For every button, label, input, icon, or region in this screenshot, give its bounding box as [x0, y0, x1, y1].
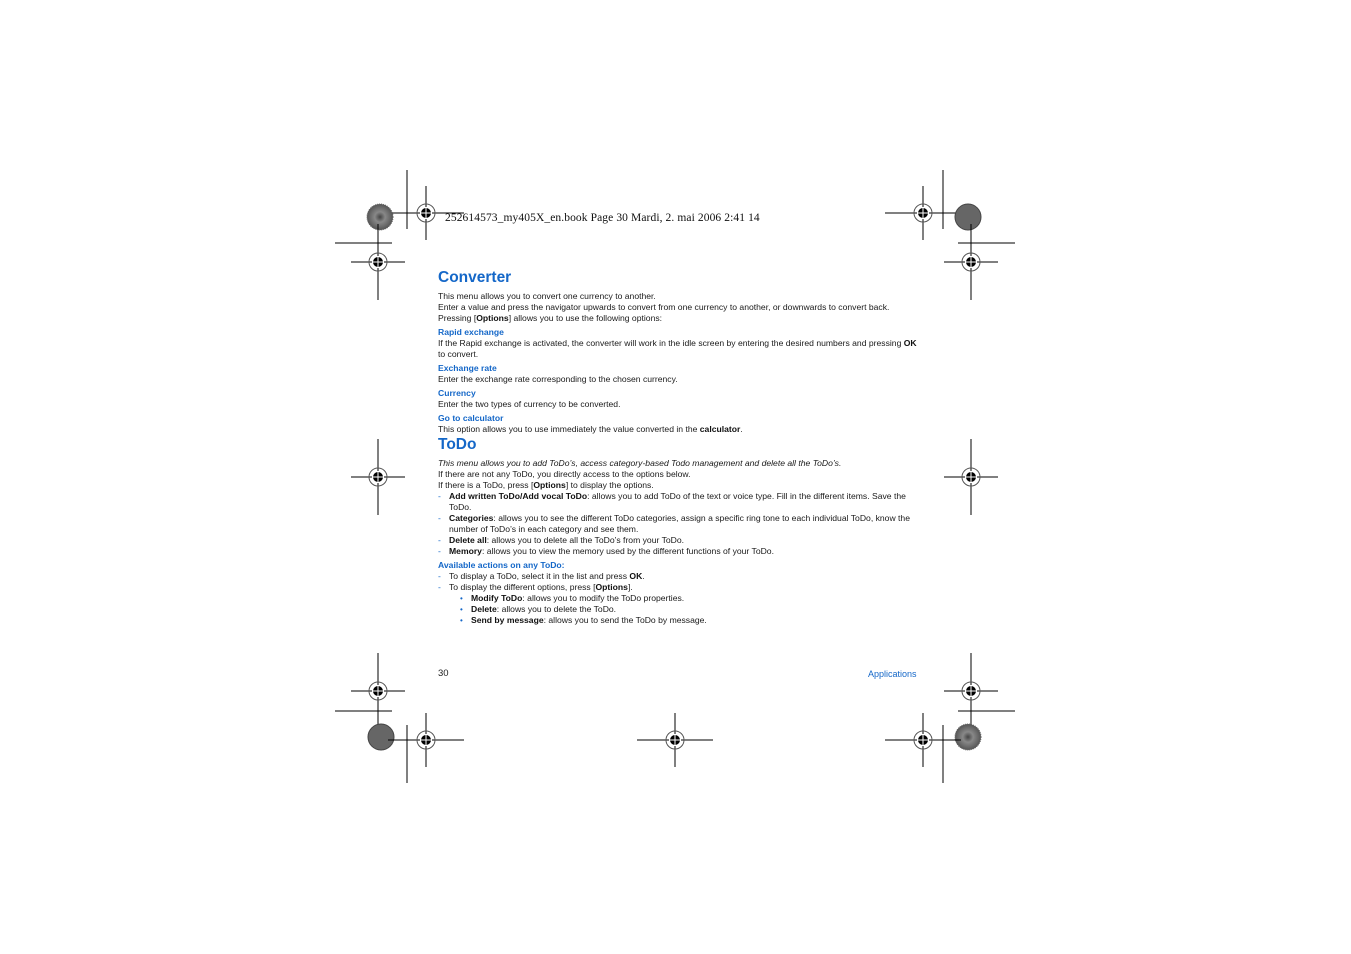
dash-bullet-icon: -	[438, 535, 441, 545]
starburst-target-bottom-right	[954, 723, 982, 751]
option-heading: Rapid exchange	[438, 327, 504, 337]
text: : allows you to delete the ToDo.	[496, 604, 617, 614]
text: .	[642, 571, 645, 581]
starburst-target-top-left	[366, 203, 394, 231]
bold-term: Delete all	[449, 535, 487, 545]
dash-bullet-icon: -	[438, 513, 441, 523]
section-title-converter: Converter	[438, 269, 512, 286]
text: To display a ToDo, select it in the list…	[449, 571, 630, 581]
list-item: - Delete all: allows you to delete all th…	[438, 535, 922, 546]
available-actions-heading: Available actions on any ToDo:	[438, 560, 565, 570]
text: To display the different options, press …	[449, 582, 596, 592]
text: ] allows you to use the following option…	[508, 313, 663, 323]
list-item: - Memory: allows you to view the memory u…	[438, 546, 922, 557]
dot-bullet-icon: •	[460, 594, 463, 603]
text: .	[740, 424, 743, 434]
dash-bullet-icon: -	[438, 491, 441, 501]
text: If the Rapid exchange is activated, the …	[438, 338, 904, 348]
text: ] to display the options.	[565, 480, 654, 490]
text: : allows you to see the different ToDo c…	[449, 513, 910, 534]
converter-intro: This menu allows you to convert one curr…	[438, 291, 922, 324]
registration-mark-bottom-right-a	[943, 652, 999, 730]
dash-bullet-icon: -	[438, 582, 441, 592]
todo-sub-actions-list: • Modify ToDo: allows you to modify the T…	[449, 593, 922, 626]
registration-mark-bottom-right-b	[884, 712, 962, 768]
dot-bullet-icon: •	[460, 616, 463, 625]
todo-intro: This menu allows you to add ToDo’s, acce…	[438, 458, 922, 491]
dash-bullet-icon: -	[438, 571, 441, 581]
gray-target-bottom-left	[367, 723, 395, 751]
list-item: - Categories: allows you to see the diffe…	[438, 513, 922, 535]
registration-mark-top-left-b	[350, 223, 406, 301]
option-heading: Currency	[438, 388, 476, 398]
todo-options-list: - Add written ToDo/Add vocal ToDo: allows…	[438, 491, 922, 557]
registration-mark-bottom-center	[636, 712, 714, 768]
converter-option-rapid-exchange: Rapid exchange If the Rapid exchange is …	[438, 327, 922, 360]
page-number: 30	[438, 668, 449, 679]
text: : allows you to modify the ToDo properti…	[522, 593, 685, 603]
bold-term: Memory	[449, 546, 482, 556]
list-item: • Modify ToDo: allows you to modify the T…	[460, 593, 922, 604]
text: to convert.	[438, 349, 479, 359]
text: This option allows you to use immediatel…	[438, 424, 700, 434]
registration-mark-bottom-left-a	[350, 652, 406, 730]
options-key: Options	[476, 313, 509, 323]
bold-term: Options	[595, 582, 628, 592]
registration-mark-mid-left	[350, 438, 406, 516]
registration-mark-top-right-b	[943, 223, 999, 301]
registration-mark-mid-right	[943, 438, 999, 516]
bold-term: OK	[629, 571, 643, 581]
text: If there is a ToDo, press [	[438, 480, 534, 490]
registration-mark-bottom-left-b	[387, 712, 465, 768]
bold-term: OK	[903, 338, 917, 348]
bold-term: Categories	[449, 513, 494, 523]
bold-term: Modify ToDo	[471, 593, 523, 603]
bold-term: calculator	[699, 424, 741, 434]
todo-intro-line: If there is a ToDo, press [Options] to d…	[438, 480, 922, 491]
dot-bullet-icon: •	[460, 605, 463, 614]
option-description: Enter the exchange rate corresponding to…	[438, 374, 678, 384]
options-key: Options	[533, 480, 566, 490]
option-description: Enter the two types of currency to be co…	[438, 399, 621, 409]
option-heading: Exchange rate	[438, 363, 497, 373]
dash-bullet-icon: -	[438, 546, 441, 556]
gray-target-top-right	[954, 203, 982, 231]
text: : allows you to delete all the ToDo’s fr…	[486, 535, 685, 545]
converter-option-go-to-calculator: Go to calculator This option allows you …	[438, 413, 922, 435]
registration-mark-top-right-a	[884, 185, 962, 241]
text: Pressing [	[438, 313, 477, 323]
converter-pressing-line: Pressing [Options] allows you to use the…	[438, 313, 922, 324]
list-item: - To display a ToDo, select it in the lis…	[438, 571, 922, 582]
option-description: This option allows you to use immediatel…	[438, 424, 922, 435]
section-title-todo: ToDo	[438, 436, 477, 453]
text: : allows you to send the ToDo by message…	[543, 615, 707, 625]
converter-option-currency: Currency Enter the two types of currency…	[438, 388, 922, 410]
print-header: 252614573_my405X_en.book Page 30 Mardi, …	[445, 212, 760, 224]
text: : allows you to view the memory used by …	[481, 546, 774, 556]
bold-term: Send by message	[471, 615, 544, 625]
converter-intro-line: Enter a value and press the navigator up…	[438, 302, 890, 312]
page-content: Converter This menu allows you to conver…	[438, 268, 922, 626]
todo-intro-italic: This menu allows you to add ToDo’s, acce…	[438, 458, 842, 468]
converter-intro-line: This menu allows you to convert one curr…	[438, 291, 656, 301]
converter-option-exchange-rate: Exchange rate Enter the exchange rate co…	[438, 363, 922, 385]
footer-section-name: Applications	[868, 669, 917, 679]
option-description: If the Rapid exchange is activated, the …	[438, 338, 922, 360]
bold-term: Delete	[471, 604, 497, 614]
option-heading: Go to calculator	[438, 413, 504, 423]
todo-intro-line: If there are not any ToDo, you directly …	[438, 469, 691, 479]
list-item: • Send by message: allows you to send the…	[460, 615, 922, 626]
list-item: • Delete: allows you to delete the ToDo.	[460, 604, 922, 615]
list-item: - To display the different options, press…	[438, 582, 922, 626]
bold-term: Add written ToDo/Add vocal ToDo	[449, 491, 588, 501]
todo-actions-list: - To display a ToDo, select it in the lis…	[438, 571, 922, 626]
list-item: - Add written ToDo/Add vocal ToDo: allows…	[438, 491, 922, 513]
text: ].	[627, 582, 633, 592]
